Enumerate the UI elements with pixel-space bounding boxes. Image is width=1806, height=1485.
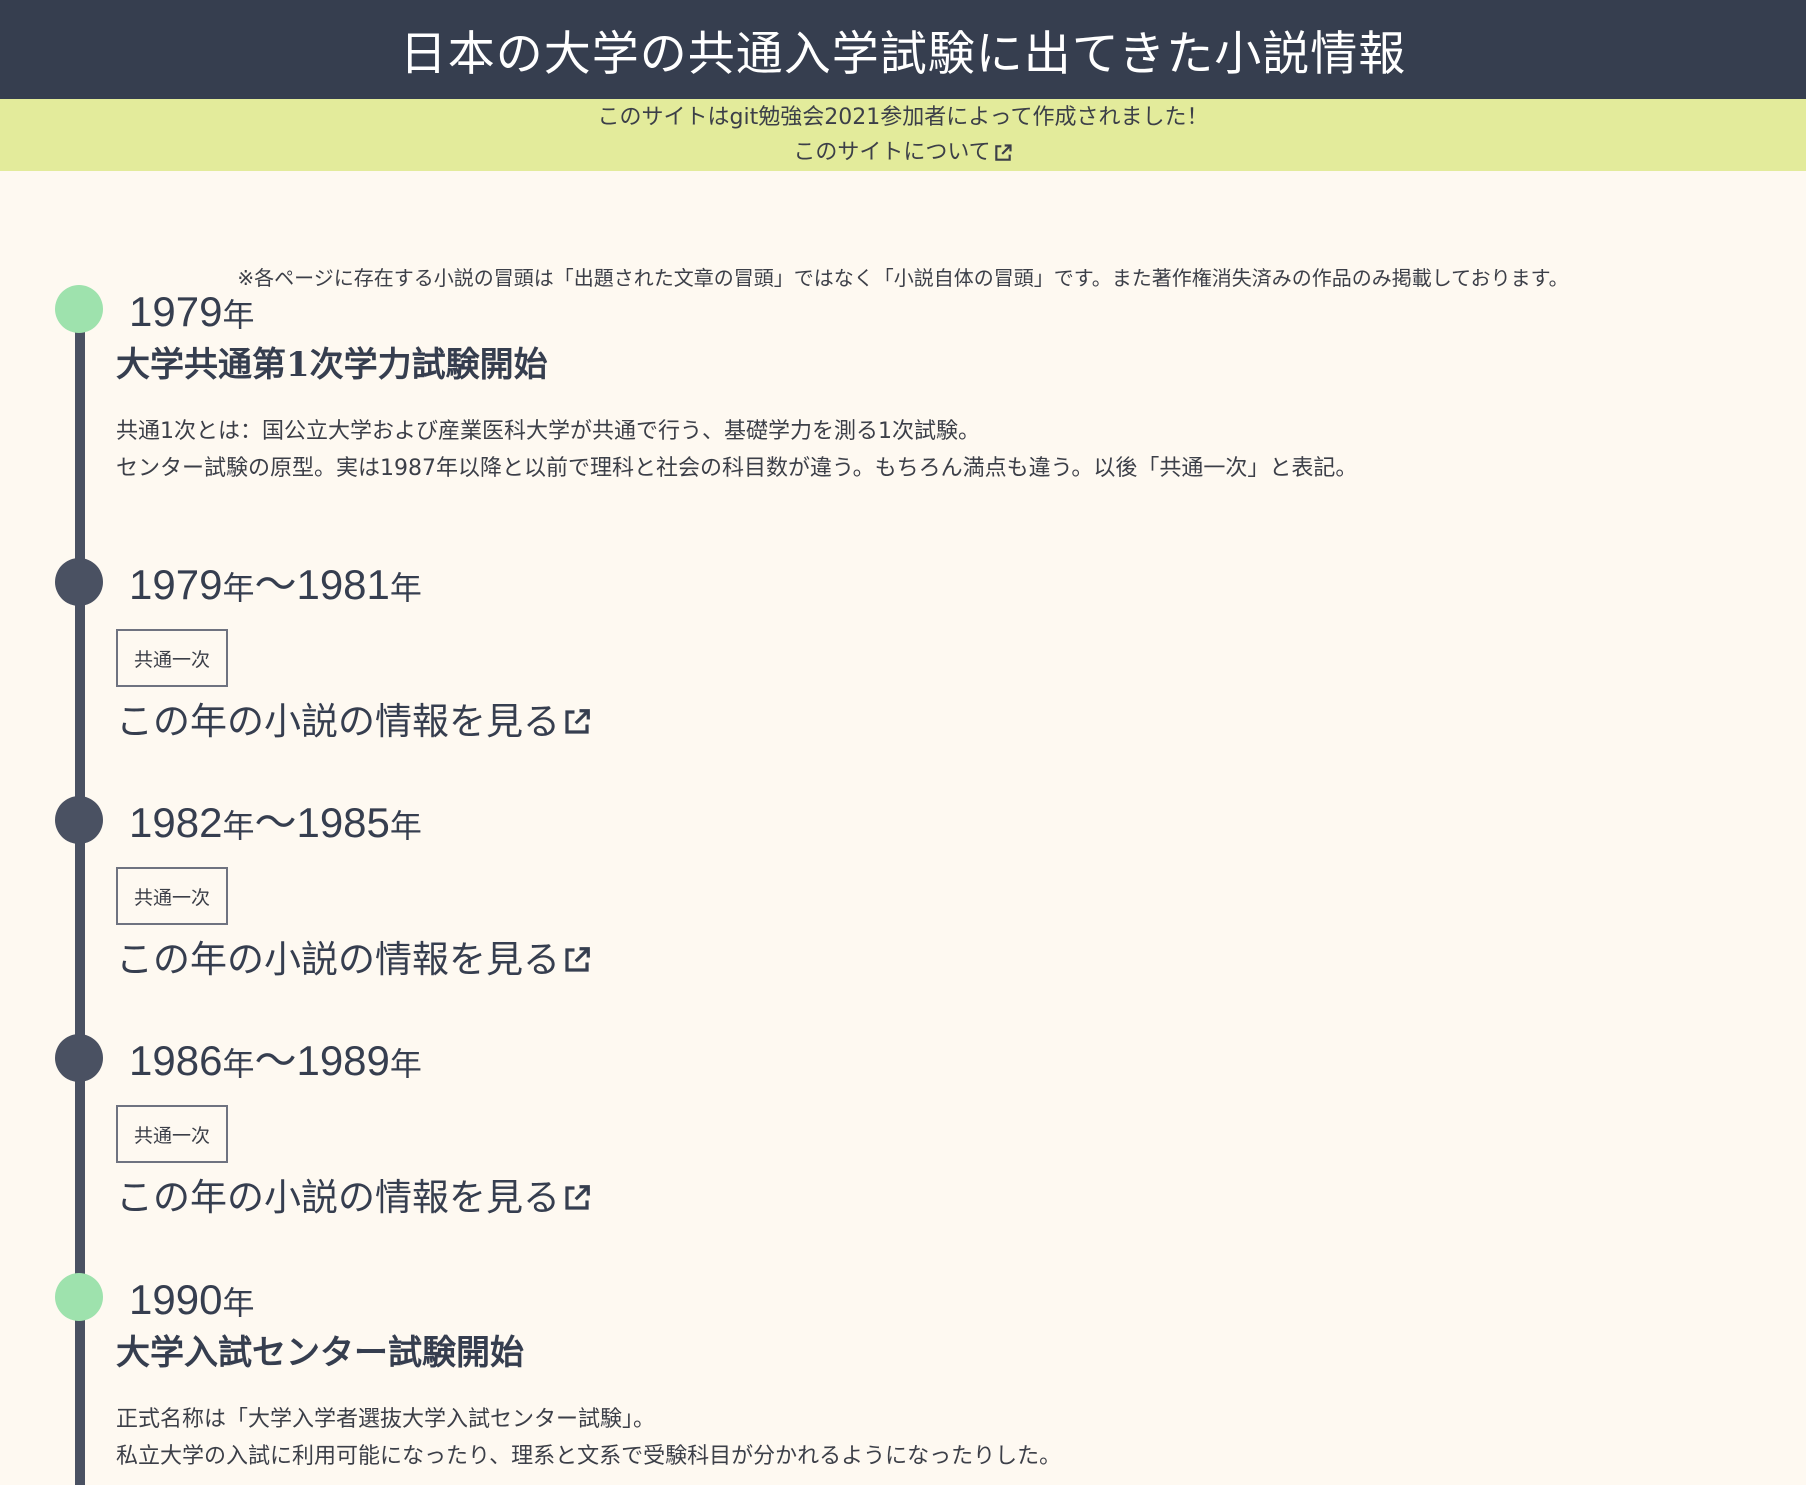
timeline-year: 1990年: [129, 1275, 254, 1328]
year-end: 1989: [296, 1037, 390, 1084]
exam-type-badge: 共通一次: [116, 867, 228, 925]
view-novels-link-label: この年の小説の情報を見る: [116, 1176, 560, 1219]
year-suffix: 年: [389, 808, 422, 844]
year-start: 1979: [129, 561, 223, 608]
external-link-icon: [562, 707, 592, 737]
view-novels-link-label: この年の小説の情報を見る: [116, 700, 560, 743]
site-title: 日本の大学の共通入学試験に出てきた小説情報: [399, 27, 1407, 82]
event-description-line: 共通1次とは：国公立大学および産業医科大学が共通で行う、基礎学力を測る1次試験。: [116, 419, 980, 444]
timeline: 1979年 大学共通第1次学力試験開始 共通1次とは：国公立大学および産業医科大…: [0, 0, 1806, 1485]
timeline-marker-period: [55, 558, 103, 606]
event-title: 大学入試センター試験開始: [116, 1333, 524, 1373]
timeline-marker-period: [55, 1034, 103, 1082]
event-description: 共通1次とは：国公立大学および産業医科大学が共通で行う、基礎学力を測る1次試験。…: [116, 413, 1357, 487]
timeline-marker-event: [55, 285, 103, 333]
copyright-notice: ※各ページに存在する小説の冒頭は「出題された文章の冒頭」ではなく「小説自体の冒頭…: [237, 266, 1569, 290]
banner-message: このサイトはgit勉強会2021参加者によって作成されました！: [597, 105, 1209, 130]
year-suffix: 年: [222, 297, 255, 333]
year-suffix: 年: [222, 1285, 255, 1321]
range-separator: ～: [254, 799, 297, 846]
year-suffix: 年: [389, 570, 422, 606]
event-title: 大学共通第1次学力試験開始: [116, 345, 548, 385]
event-description-line: センター試験の原型。実は1987年以降と以前で理科と社会の科目数が違う。もちろん…: [116, 456, 1358, 481]
about-site-link-label: このサイトについて: [793, 140, 991, 165]
about-site-link[interactable]: このサイトについて: [793, 135, 1012, 170]
timeline-year-range: 1982年～1985年: [129, 798, 422, 851]
year-suffix: 年: [389, 1046, 422, 1082]
view-novels-link[interactable]: この年の小説の情報を見る: [116, 699, 592, 745]
external-link-icon: [562, 945, 592, 975]
event-description-line: 私立大学の入試に利用可能になったり、理系と文系で受験科目が分かれるようになったり…: [116, 1444, 1062, 1469]
event-description: 正式名称は「大学入学者選抜大学入試センター試験」。私立大学の入試に利用可能になっ…: [116, 1401, 1061, 1475]
timeline-year-range: 1986年～1989年: [129, 1036, 422, 1089]
year-suffix: 年: [222, 1046, 255, 1082]
year-suffix: 年: [222, 808, 255, 844]
timeline-year: 1979年: [129, 287, 254, 340]
info-banner: このサイトはgit勉強会2021参加者によって作成されました！ このサイトについ…: [0, 99, 1806, 171]
year-end: 1981: [296, 561, 390, 608]
exam-type-badge: 共通一次: [116, 629, 228, 687]
event-description-line: 正式名称は「大学入学者選抜大学入試センター試験」。: [116, 1407, 656, 1432]
timeline-year-range: 1979年～1981年: [129, 560, 422, 613]
view-novels-link[interactable]: この年の小説の情報を見る: [116, 937, 592, 983]
year-suffix: 年: [222, 570, 255, 606]
year-start: 1986: [129, 1037, 223, 1084]
timeline-marker-period: [55, 796, 103, 844]
external-link-icon: [562, 1183, 592, 1213]
exam-type-badge: 共通一次: [116, 1105, 228, 1163]
year-number: 1990: [129, 1276, 223, 1323]
view-novels-link[interactable]: この年の小説の情報を見る: [116, 1175, 592, 1221]
timeline-marker-event: [55, 1273, 103, 1321]
year-start: 1982: [129, 799, 223, 846]
year-end: 1985: [296, 799, 390, 846]
site-header: 日本の大学の共通入学試験に出てきた小説情報: [0, 0, 1806, 99]
year-number: 1979: [129, 288, 223, 335]
external-link-icon: [993, 143, 1013, 163]
range-separator: ～: [254, 561, 297, 608]
view-novels-link-label: この年の小説の情報を見る: [116, 938, 560, 981]
range-separator: ～: [254, 1037, 297, 1084]
